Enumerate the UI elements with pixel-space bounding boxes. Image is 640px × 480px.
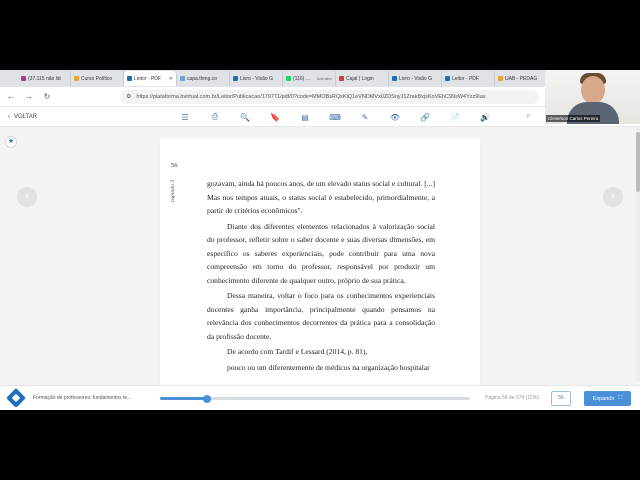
toc-icon[interactable]: ☰ xyxy=(170,113,200,122)
tab-label: Cajal | Login xyxy=(346,75,374,82)
paragraph: Dessa maneira, voltar o foco para os con… xyxy=(207,291,435,341)
browser-tab[interactable]: Leitor - PDF xyxy=(442,71,495,86)
favorite-star-icon[interactable]: ★ xyxy=(5,136,17,148)
reading-progress-bar[interactable] xyxy=(160,394,470,403)
webcam-overlay: Cleverson Carlos Pereira xyxy=(545,70,640,124)
link-icon[interactable]: 🔗 xyxy=(410,113,440,122)
browser-tab[interactable]: Livro - Visão G xyxy=(389,71,442,86)
progress-handle[interactable] xyxy=(202,394,211,403)
page-number: 56 xyxy=(171,162,178,169)
reader-tools: ☰ ⎙ 🔍 🔖 ▤ ⌨ ✎ 👁 🔗 📄 🔊 xyxy=(170,107,500,127)
browser-tab[interactable]: Leitor - PDF ✕ xyxy=(124,71,177,86)
browser-tab[interactable]: capa.thmg.co xyxy=(177,71,230,86)
paragraph: Diante dos diferentes elementos relacion… xyxy=(207,221,435,285)
tab-label: Livro - Visão G xyxy=(240,75,273,82)
reader-footer: Formação de professores: fundamentos te.… xyxy=(0,385,640,410)
document-icon[interactable]: 📄 xyxy=(440,113,470,122)
site-info-icon[interactable]: ⚙ xyxy=(126,93,131,100)
tab-label: Leitor - PDF xyxy=(452,75,479,82)
browser-tab[interactable]: (37.115 não lid xyxy=(18,71,71,86)
print-icon[interactable]: ⎙ xyxy=(200,112,230,122)
paragraph: gozavam, ainda há poucos anos, de um ele… xyxy=(207,179,435,215)
tab-sublabel: Som ativo xyxy=(316,76,332,81)
paragraph: De acordo com Tardif e Lessard (2014, p.… xyxy=(227,347,368,356)
notes-icon[interactable]: ▤ xyxy=(290,113,320,122)
platform-logo xyxy=(6,388,26,408)
tab-favicon-icon xyxy=(498,76,503,81)
tab-favicon-icon xyxy=(233,76,238,81)
audio-icon[interactable]: 🔊 xyxy=(470,113,500,122)
tab-favicon-icon xyxy=(74,76,79,81)
tab-close-icon[interactable]: ✕ xyxy=(169,76,173,82)
browser-tab[interactable]: (116) WhatsApSom ativo xyxy=(283,71,336,86)
zoom-icon[interactable]: 🔍 xyxy=(230,113,260,122)
book-title: Formação de professores: fundamentos te.… xyxy=(33,395,132,401)
tab-favicon-icon xyxy=(180,76,185,81)
tab-favicon-icon xyxy=(21,76,26,81)
keyboard-icon[interactable]: ⌨ xyxy=(320,113,350,122)
vertical-scrollbar[interactable] xyxy=(636,128,640,382)
tab-favicon-icon xyxy=(339,76,344,81)
tab-label: capa.thmg.co xyxy=(187,75,218,82)
expand-button[interactable]: Expandir ⛶ xyxy=(584,391,631,406)
scrollbar-thumb[interactable] xyxy=(636,132,640,192)
presenter-name: Cleverson Carlos Pereira xyxy=(546,115,601,122)
page-number-input[interactable]: 56 xyxy=(551,391,571,406)
paragraph: pouco ou um diferentemente de médicos na… xyxy=(227,362,430,372)
browser-tab[interactable]: Cajal | Login xyxy=(336,71,389,86)
fullscreen-icon: ⛶ xyxy=(618,395,623,401)
previous-page-button[interactable]: ‹ xyxy=(17,187,37,207)
tab-favicon-icon xyxy=(445,76,450,81)
tab-favicon-icon xyxy=(286,76,291,81)
reader-toolbar: ‹ VOLTAR ☰ ⎙ 🔍 🔖 ▤ ⌨ ✎ 👁 🔗 📄 🔊 ⌕ xyxy=(0,107,640,127)
chapter-side-label: capítulo 3 xyxy=(170,180,176,203)
bookmark-icon[interactable]: 🔖 xyxy=(260,113,290,122)
book-page: 56 capítulo 3 gozavam, ainda há poucos a… xyxy=(160,138,480,388)
tab-favicon-icon xyxy=(392,76,397,81)
reload-icon[interactable]: ↻ xyxy=(42,92,52,101)
tab-label: Leitor - PDF xyxy=(134,75,161,82)
browser-tab[interactable]: Livro - Visão G xyxy=(230,71,283,86)
tab-favicon-icon xyxy=(127,76,132,81)
presenter-face xyxy=(581,76,605,104)
next-page-button[interactable]: › xyxy=(603,187,623,207)
tab-label: (37.115 não lid xyxy=(28,75,61,82)
browser-tab[interactable]: UAB - PEDAG xyxy=(495,71,548,86)
pen-icon[interactable]: ✎ xyxy=(350,113,380,122)
tab-label: (116) WhatsAp xyxy=(293,75,314,82)
search-icon[interactable]: ⌕ xyxy=(526,111,530,121)
tab-label: UAB - PEDAG xyxy=(505,75,538,82)
browser-tab[interactable]: Curso Político xyxy=(71,71,124,86)
tab-label: Livro - Visão G xyxy=(399,75,432,82)
expand-label: Expandir xyxy=(592,395,615,402)
eye-icon[interactable]: 👁 xyxy=(380,113,410,122)
back-arrow-icon[interactable]: ← xyxy=(6,92,16,101)
chevron-left-icon: ‹ xyxy=(8,113,10,120)
progress-fill xyxy=(160,397,207,400)
back-button[interactable]: ‹ VOLTAR xyxy=(8,114,37,120)
tab-strip: (37.115 não lid Curso Político Leitor - PD… xyxy=(0,70,640,87)
page-info: Página 56 de 374 (15%) xyxy=(485,395,539,401)
url-bar[interactable]: ⚙ https://plataforma.bvirtual.com.br/Lei… xyxy=(120,89,539,104)
address-toolbar: ← → ↻ ⚙ https://plataforma.bvirtual.com.… xyxy=(0,87,545,107)
back-label: VOLTAR xyxy=(14,113,38,120)
browser-window: (37.115 não lid Curso Político Leitor - PD… xyxy=(0,70,640,410)
url-text: https://plataforma.bvirtual.com.br/Leito… xyxy=(136,93,486,100)
forward-arrow-icon[interactable]: → xyxy=(24,92,34,101)
tab-label: Curso Político xyxy=(81,75,113,82)
page-text: gozavam, ainda há poucos anos, de um ele… xyxy=(207,177,435,374)
